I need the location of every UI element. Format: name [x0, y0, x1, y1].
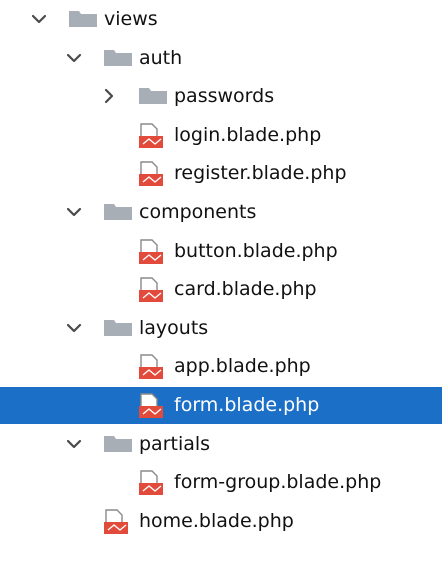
tree-item-label: partials [139, 432, 211, 455]
chevron-down-icon[interactable] [65, 49, 83, 67]
tree-item-label: passwords [174, 85, 275, 108]
folder-icon [138, 84, 168, 108]
blade-file-icon [103, 509, 131, 535]
tree-item-label: button.blade.php [174, 239, 338, 262]
tree-item-label: form.blade.php [174, 394, 320, 416]
folder-icon [103, 200, 133, 224]
blade-file-icon [138, 238, 166, 265]
chevron-down-icon[interactable] [30, 10, 48, 28]
tree-item-label: form-group.blade.php [174, 471, 382, 494]
blade-file-icon [138, 277, 166, 303]
chevron-down-icon[interactable] [65, 435, 83, 453]
tree-item-label: app.blade.php [174, 355, 311, 378]
tree-item-label: views [104, 8, 158, 30]
chevron-down-icon[interactable] [65, 319, 83, 337]
tree-folder-auth[interactable]: auth [0, 40, 442, 77]
tree-folder-components[interactable]: components [0, 194, 442, 231]
tree-folder-views[interactable]: views [0, 1, 442, 38]
tree-file-form-group-blade-php[interactable]: form-group.blade.php [0, 464, 442, 501]
chevron-down-icon[interactable] [65, 203, 83, 221]
tree-file-card-blade-php[interactable]: card.blade.php [0, 271, 442, 308]
folder-icon [103, 316, 133, 340]
tree-file-button-blade-php[interactable]: button.blade.php [0, 233, 442, 270]
tree-item-label: components [139, 201, 257, 223]
tree-folder-partials[interactable]: partials [0, 426, 442, 463]
blade-file-icon [138, 354, 166, 380]
blade-file-icon [138, 123, 166, 149]
tree-folder-layouts[interactable]: layouts [0, 310, 442, 347]
tree-item-label: register.blade.php [174, 162, 347, 185]
tree-item-label: card.blade.php [174, 278, 317, 301]
tree-file-app-blade-php[interactable]: app.blade.php [0, 348, 442, 385]
tree-file-register-blade-php[interactable]: register.blade.php [0, 155, 442, 192]
project-file-tree: views auth passwords login.blade.php registe… [0, 0, 442, 561]
tree-item-label: auth [139, 46, 183, 69]
tree-item-label: login.blade.php [174, 123, 322, 146]
tree-file-home-blade-php[interactable]: home.blade.php [0, 503, 442, 540]
tree-item-label: layouts [139, 316, 209, 339]
folder-icon [103, 432, 133, 456]
tree-file-login-blade-php[interactable]: login.blade.php [0, 117, 442, 154]
blade-file-icon [138, 470, 166, 496]
tree-file-form-blade-php[interactable]: form.blade.php [0, 387, 442, 424]
folder-icon [68, 7, 98, 31]
chevron-right-icon[interactable] [100, 87, 118, 105]
tree-item-label: home.blade.php [139, 509, 294, 532]
blade-file-icon [138, 161, 166, 187]
tree-folder-passwords[interactable]: passwords [0, 78, 442, 115]
folder-icon [103, 46, 133, 70]
blade-file-icon [138, 393, 166, 419]
